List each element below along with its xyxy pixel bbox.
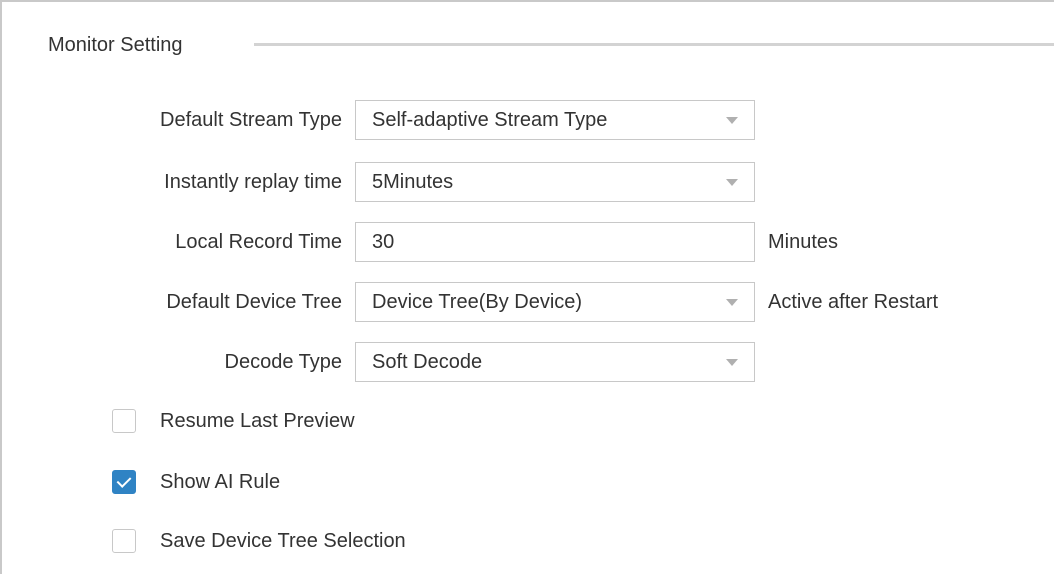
check-icon <box>116 473 132 488</box>
input-local-record-time[interactable]: 30 <box>355 222 755 262</box>
select-default-device-tree[interactable]: Device Tree(By Device) <box>355 282 755 322</box>
select-instantly-replay-time[interactable]: 5Minutes <box>355 162 755 202</box>
label-show-ai-rule: Show AI Rule <box>160 471 281 493</box>
unit-minutes: Minutes <box>768 231 839 253</box>
label-instantly-replay-time: Instantly replay time <box>164 171 342 193</box>
checkbox-save-device-tree-selection[interactable] <box>112 529 136 553</box>
select-decode-type-value: Soft Decode <box>372 351 483 373</box>
restart-note: Active after Restart <box>768 291 939 313</box>
label-resume-last-preview: Resume Last Preview <box>160 410 355 432</box>
select-instantly-replay-time-value: 5Minutes <box>372 171 454 193</box>
label-decode-type: Decode Type <box>224 351 343 373</box>
caret-down-icon <box>726 299 738 306</box>
section-title: Monitor Setting <box>48 34 183 56</box>
caret-down-icon <box>726 117 738 124</box>
row-local-record-time: Local Record Time 30 Minutes <box>2 222 1054 262</box>
checkbox-resume-last-preview[interactable] <box>112 409 136 433</box>
section-header: Monitor Setting <box>48 30 1054 60</box>
select-decode-type[interactable]: Soft Decode <box>355 342 755 382</box>
select-default-device-tree-value: Device Tree(By Device) <box>372 291 583 313</box>
row-default-device-tree: Default Device Tree Device Tree(By Devic… <box>2 282 1054 322</box>
input-local-record-time-value: 30 <box>372 231 395 253</box>
checkbox-show-ai-rule[interactable] <box>112 470 136 494</box>
label-local-record-time: Local Record Time <box>175 231 342 253</box>
select-default-stream-type-value: Self-adaptive Stream Type <box>372 109 608 131</box>
row-default-stream-type: Default Stream Type Self-adaptive Stream… <box>2 100 1054 140</box>
section-divider <box>254 43 1054 46</box>
caret-down-icon <box>726 359 738 366</box>
label-save-device-tree-selection: Save Device Tree Selection <box>160 530 406 552</box>
select-default-stream-type[interactable]: Self-adaptive Stream Type <box>355 100 755 140</box>
row-instantly-replay-time: Instantly replay time 5Minutes <box>2 162 1054 202</box>
settings-panel: Monitor Setting Default Stream Type Self… <box>0 0 1054 574</box>
label-default-stream-type: Default Stream Type <box>160 109 342 131</box>
row-decode-type: Decode Type Soft Decode <box>2 342 1054 382</box>
label-default-device-tree: Default Device Tree <box>166 291 342 313</box>
caret-down-icon <box>726 179 738 186</box>
